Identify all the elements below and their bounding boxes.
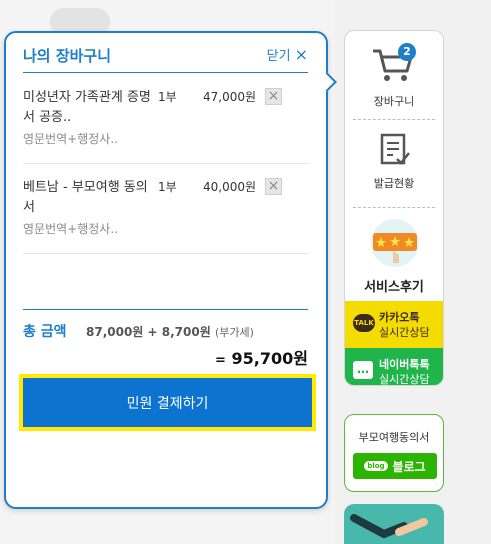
total-formula: 87,000원 + 8,700원 (부가세)	[86, 323, 254, 340]
pay-button[interactable]: 민원 결제하기	[23, 378, 312, 427]
remove-item-icon[interactable]: ×	[265, 178, 282, 195]
cart-title: 나의 장바구니	[23, 47, 112, 65]
cart-item-name: 베트남 - 부모여행 동의서	[23, 180, 148, 215]
blog-button-label: 블로그	[392, 459, 426, 474]
cart-item-price: 47,000원	[203, 90, 257, 104]
sidebar-status-label: 발급현황	[373, 177, 415, 190]
divider	[353, 207, 435, 208]
blog-card: 부모여행동의서 blog 블로그	[344, 414, 444, 492]
cart-item-name: 미성년자 가족관계 증명서 공증..	[23, 90, 151, 125]
kakao-talk-icon: TALK	[353, 314, 375, 332]
total-breakdown: 87,000원 + 8,700원	[86, 325, 211, 339]
naver-chat-text: 네이버톡톡 실시간상담	[379, 357, 430, 386]
cart-item: 베트남 - 부모여행 동의서 영문번역+행정사.. 1부 40,000원 ×	[23, 164, 308, 254]
naver-subtitle: 실시간상담	[379, 373, 430, 386]
kakao-subtitle: 실시간상담	[379, 326, 430, 339]
naver-title: 네이버톡톡	[379, 358, 430, 371]
total-final-value: 95,700원	[231, 349, 308, 368]
cart-item: 미성년자 가족관계 증명서 공증.. 영문번역+행정사.. 1부 47,000원…	[23, 74, 308, 164]
cart-popup: 나의 장바구니 닫기 × 미성년자 가족관계 증명서 공증.. 영문번역+행정사…	[4, 31, 328, 509]
total-label: 총 금액	[23, 324, 67, 340]
cart-item-price: 40,000원	[203, 180, 257, 194]
remove-item-icon[interactable]: ×	[265, 88, 282, 105]
cart-item-option: 영문번역+행정사..	[23, 222, 118, 236]
total-equals: =	[215, 353, 226, 368]
kakao-title: 카카오톡	[379, 311, 420, 324]
cart-header: 나의 장바구니 닫기 ×	[23, 43, 308, 73]
total-divider	[23, 309, 308, 310]
cart-item-option: 영문번역+행정사..	[23, 132, 118, 146]
vat-label: (부가세)	[214, 326, 254, 339]
blog-icon: blog	[364, 461, 388, 471]
sidebar-cart-button[interactable]: 2 장바구니	[345, 31, 443, 119]
quick-menu: 2 장바구니 발급현황 서비스후기 TALK 카카오톡 실시간상담 … 네이버톡…	[344, 30, 444, 386]
sidebar-review-label: 서비스후기	[364, 280, 424, 295]
cart-item-quantity: 1부	[158, 180, 177, 194]
kakao-chat-button[interactable]: TALK 카카오톡 실시간상담	[345, 301, 443, 348]
handshake-icon	[350, 514, 428, 539]
cart-count-badge: 2	[398, 43, 416, 61]
document-check-icon	[380, 133, 410, 165]
kakao-chat-text: 카카오톡 실시간상담	[379, 310, 430, 340]
review-stars-icon	[371, 219, 419, 267]
naver-talk-button[interactable]: … 네이버톡톡 실시간상담	[345, 348, 443, 386]
sidebar-cart-label: 장바구니	[373, 95, 415, 108]
pay-button-highlight: 민원 결제하기	[19, 374, 316, 431]
divider	[353, 119, 435, 120]
blog-title: 부모여행동의서	[358, 431, 430, 444]
cart-item-quantity: 1부	[158, 90, 177, 104]
partial-banner[interactable]	[344, 504, 444, 544]
naver-talk-icon: …	[353, 361, 373, 379]
blog-button[interactable]: blog 블로그	[353, 453, 437, 479]
close-icon: ×	[294, 44, 308, 64]
sidebar-status-button[interactable]: 발급현황	[345, 121, 443, 201]
close-label: 닫기	[266, 49, 291, 64]
total-amount: = 95,700원	[215, 345, 308, 369]
close-button[interactable]: 닫기 ×	[267, 45, 308, 64]
